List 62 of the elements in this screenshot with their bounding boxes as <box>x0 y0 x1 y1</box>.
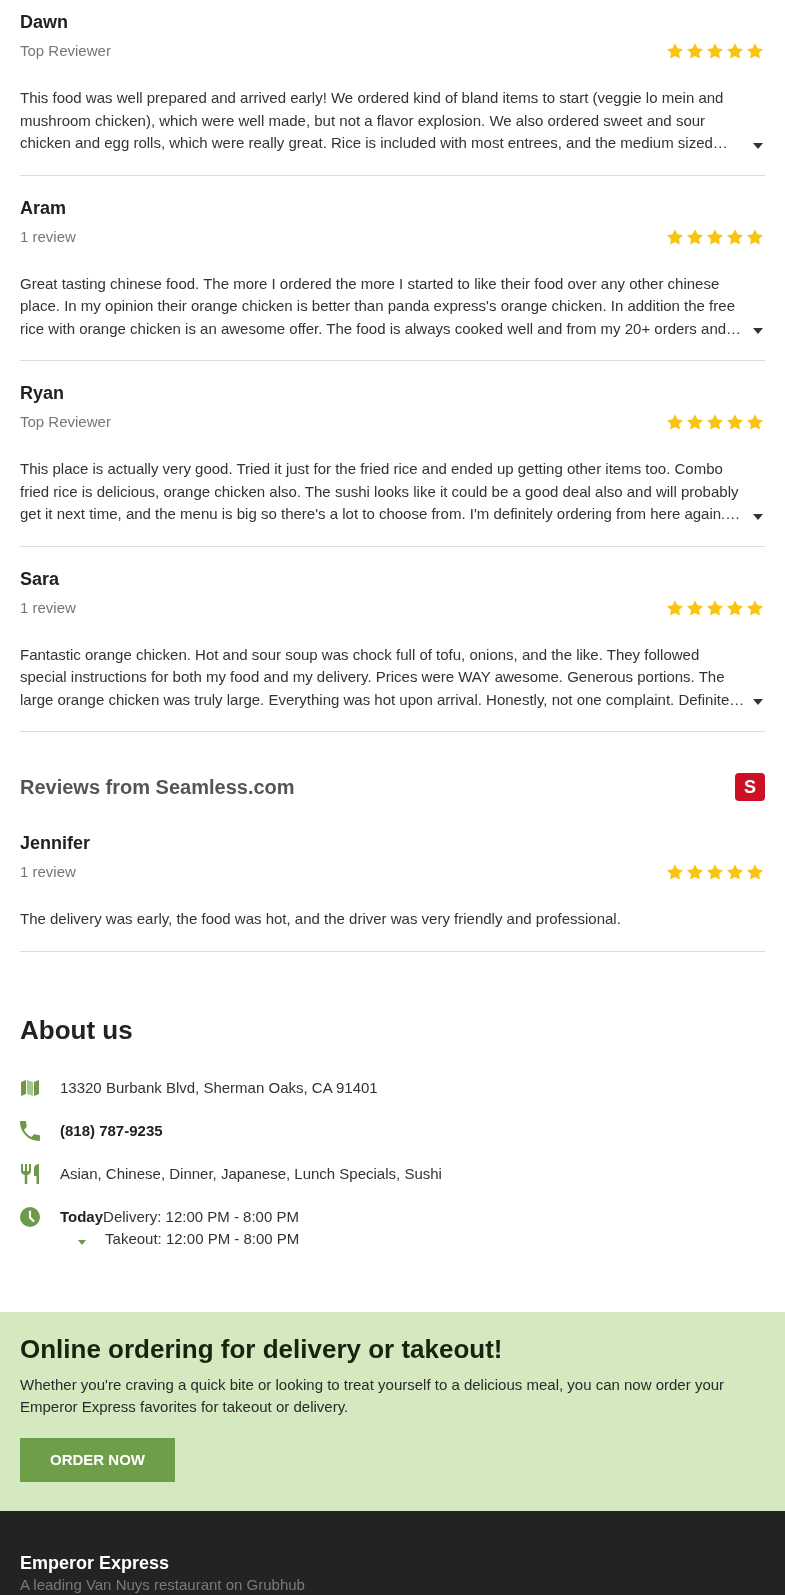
promo-text: Whether you're craving a quick bite or looking to treat yourself to a delicious meal, you can now order your Emperor Express favorites for takeout or delivery. <box>20 1374 726 1417</box>
reviewer-name: Sara <box>20 567 60 591</box>
star-icon <box>667 228 683 245</box>
address-text: 13320 Burbank Blvd, Sherman Oaks, CA 91401 <box>60 1077 378 1098</box>
star-icon <box>667 599 683 616</box>
star-icon <box>727 864 743 880</box>
reviewer-label: 1 review <box>20 226 76 247</box>
hours-day: Today <box>60 1205 104 1236</box>
fork-knife-icon <box>20 1163 40 1184</box>
star-icon <box>727 43 743 59</box>
reviewer-name: Jennifer <box>20 832 91 855</box>
star-icon <box>687 228 703 245</box>
reviewer-label: Top Reviewer <box>20 41 111 61</box>
caret-icon[interactable] <box>753 142 763 149</box>
star-icon <box>707 228 723 245</box>
star-icon <box>667 864 683 880</box>
star-icon <box>727 228 743 245</box>
reviewer-label: Top Reviewer <box>20 412 111 432</box>
star-icon <box>707 599 723 616</box>
hours-line: Takeout: 12:00 PM - 8:00 PM <box>105 1228 300 1249</box>
star-icon <box>747 864 763 880</box>
hours-line: Delivery: 12:00 PM - 8:00 PM <box>103 1206 300 1227</box>
phone-icon <box>20 1120 40 1141</box>
star-icon <box>747 43 763 59</box>
star-icon <box>747 599 763 616</box>
promo-title: Online ordering for delivery or takeout! <box>20 1332 503 1365</box>
clock-icon <box>20 1206 40 1227</box>
star-icon <box>747 228 763 245</box>
caret-icon[interactable] <box>753 513 763 520</box>
review-text: The delivery was early, the food was hot, and the driver was very friendly and professional. <box>20 909 622 929</box>
review-text: Great tasting chinese food. The more I ordered the more I started to like their food over any other chinese place. In my opinion their orange chicken is better than panda express's orange chicken. In addition the free rice with orange chicken is an awesome offer. The food is always cooked well and from my 20+ orders and… <box>20 273 743 339</box>
reviewer-name: Ryan <box>20 382 64 405</box>
section-title: Reviews from Seamless.com <box>20 775 295 800</box>
star-icon <box>727 599 743 616</box>
star-icon <box>707 43 723 59</box>
star-icon <box>667 43 683 59</box>
reviewer-label: 1 review <box>20 597 76 618</box>
caret-icon[interactable] <box>753 328 763 334</box>
phone-number: (818) 787-9235 <box>60 1120 163 1141</box>
reviewer-name: Dawn <box>20 11 68 34</box>
star-icon <box>707 414 723 430</box>
section-title: About us <box>20 1013 133 1046</box>
cuisine-list: Asian, Chinese, Dinner, Japanese, Lunch Specials, Sushi <box>60 1162 442 1185</box>
star-icon <box>687 414 703 430</box>
footer-tagline: A leading Van Nuys restaurant on Grubhub <box>20 1575 305 1594</box>
reviewer-name: Aram <box>20 196 67 220</box>
star-icon <box>667 414 683 430</box>
review-text: This place is actually very good. Tried it just for the fried rice and ended up getting other items too. Combo fried rice is delicious, orange chicken also. The sushi looks like it could be a good deal also and will probably get it next time, and the menu is big so there's a lot to choose from. I'm definitely ordering from here again.… <box>20 459 742 524</box>
reviewer-label: 1 review <box>20 862 76 882</box>
star-icon <box>687 864 703 880</box>
caret-icon[interactable] <box>753 699 763 705</box>
star-icon <box>687 599 703 616</box>
footer-title: Emperor Express <box>20 1551 170 1574</box>
logo: S <box>735 773 765 801</box>
review-text: This food was well prepared and arrived early! We ordered kind of bland items to start (veggie lo mein and mushroom chicken), which were well made, but not a flavor explosion. We also ordered sweet and sour chicken and egg rolls, which were really great. Rice is included with most entrees, and the medium sized… <box>20 88 729 153</box>
star-icon <box>727 414 743 430</box>
star-icon <box>687 43 703 59</box>
map-icon <box>20 1077 40 1098</box>
order-now-button[interactable]: ORDER NOW <box>20 1437 175 1482</box>
star-icon <box>707 864 723 880</box>
star-icon <box>747 414 763 430</box>
review-text: Fantastic orange chicken. Hot and sour soup was chock full of tofu, onions, and the like. They followed special instructions for both my food and my delivery. Prices were WAY awesome. Generous portions. The large orange chicken was truly large. Everything was hot upon arrival. Honestly, not one complaint. Definite… <box>20 644 745 710</box>
